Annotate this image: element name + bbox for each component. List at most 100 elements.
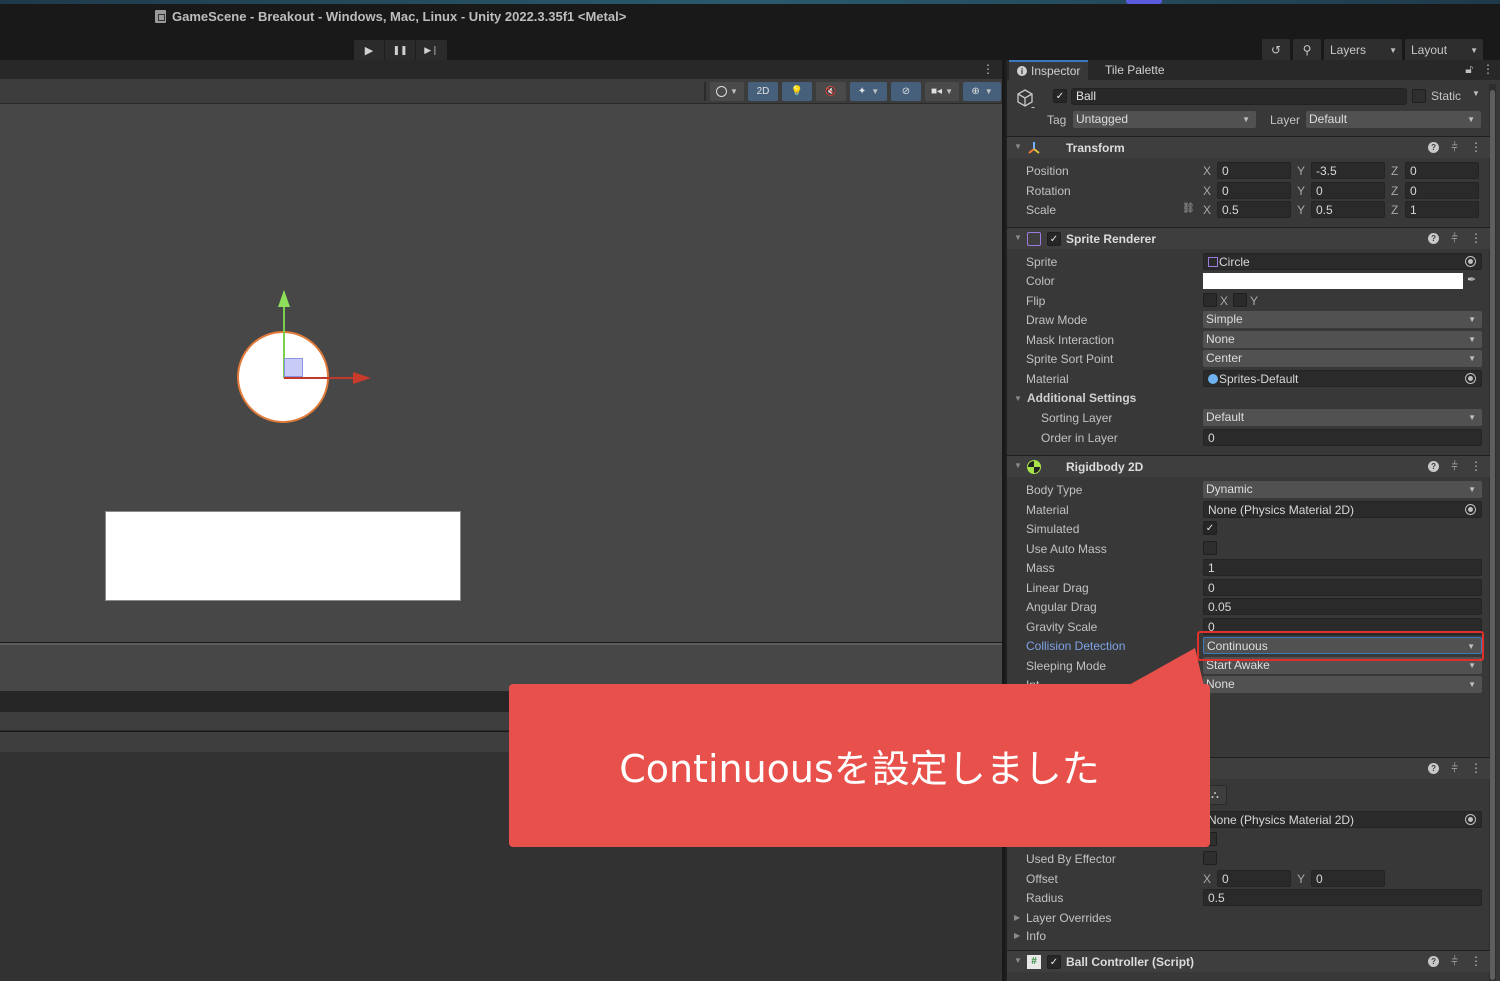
move-gizmo-x-arrow[interactable] bbox=[353, 372, 371, 384]
additional-settings-label[interactable]: Additional Settings bbox=[1027, 391, 1136, 405]
gameobject-active-checkbox[interactable]: ✓ bbox=[1053, 89, 1067, 103]
preset-icon[interactable]: ⫩ bbox=[1451, 954, 1458, 969]
help-icon[interactable]: ? bbox=[1428, 763, 1440, 774]
object-picker-icon[interactable] bbox=[1465, 504, 1476, 515]
scale-z-field[interactable]: 1 bbox=[1405, 201, 1479, 218]
play-button[interactable]: ▶ bbox=[354, 40, 385, 60]
fold-arrow-icon[interactable]: ▼ bbox=[1014, 956, 1022, 965]
order-in-layer-field[interactable]: 0 bbox=[1203, 429, 1482, 446]
help-icon[interactable]: ? bbox=[1428, 142, 1440, 153]
layer-overrides-label[interactable]: Layer Overrides bbox=[1026, 911, 1111, 925]
sprite-field[interactable]: Circle bbox=[1203, 253, 1482, 270]
static-checkbox[interactable] bbox=[1412, 89, 1426, 103]
kebab-menu-icon[interactable]: ⋮ bbox=[1470, 954, 1482, 969]
preset-icon[interactable]: ⫩ bbox=[1451, 140, 1458, 155]
material-field[interactable]: Sprites-Default bbox=[1203, 370, 1482, 387]
interpolate-dropdown[interactable]: None ▼ bbox=[1203, 676, 1482, 693]
color-swatch[interactable] bbox=[1203, 273, 1463, 289]
move-gizmo-y-arrow[interactable] bbox=[278, 290, 290, 307]
kebab-menu-icon[interactable]: ⋮ bbox=[982, 62, 994, 76]
scrollbar-thumb[interactable] bbox=[1490, 90, 1495, 980]
transform-header[interactable]: ▼ Transform ? ⫩ ⋮ bbox=[1007, 136, 1490, 158]
position-y-field[interactable]: -3.5 bbox=[1311, 162, 1385, 179]
mass-field[interactable]: 1 bbox=[1203, 559, 1482, 576]
mask-interaction-dropdown[interactable]: None ▼ bbox=[1203, 331, 1482, 348]
angular-drag-field[interactable]: 0.05 bbox=[1203, 598, 1482, 615]
constrain-link-icon[interactable]: ⛓ bbox=[1182, 203, 1195, 214]
layer-dropdown[interactable]: Default ▼ bbox=[1306, 111, 1481, 128]
move-gizmo-plane-handle[interactable] bbox=[284, 358, 303, 377]
position-z-field[interactable]: 0 bbox=[1405, 162, 1479, 179]
fold-arrow-icon[interactable]: ▼ bbox=[1014, 461, 1022, 470]
preset-icon[interactable]: ⫩ bbox=[1451, 231, 1458, 246]
kebab-menu-icon[interactable]: ⋮ bbox=[1470, 140, 1482, 155]
sprite-renderer-enabled-checkbox[interactable]: ✓ bbox=[1047, 232, 1061, 246]
flip-x-checkbox[interactable] bbox=[1203, 293, 1217, 307]
info-foldout-label[interactable]: Info bbox=[1026, 929, 1046, 943]
object-picker-icon[interactable] bbox=[1465, 373, 1476, 384]
inspector-scrollbar[interactable] bbox=[1489, 84, 1496, 981]
object-picker-icon[interactable] bbox=[1465, 256, 1476, 267]
effects-dropdown[interactable]: ✦ ▼ bbox=[850, 82, 887, 101]
fold-arrow-icon[interactable]: ▼ bbox=[1014, 142, 1022, 151]
scale-y-field[interactable]: 0.5 bbox=[1311, 201, 1385, 218]
offset-x-field[interactable]: 0 bbox=[1217, 870, 1291, 887]
eyedropper-icon[interactable]: ✒ bbox=[1467, 273, 1476, 286]
pause-button[interactable]: ❚❚ bbox=[385, 40, 416, 60]
camera-dropdown[interactable]: ■◂ ▼ bbox=[925, 82, 959, 101]
position-x-field[interactable]: 0 bbox=[1217, 162, 1291, 179]
paddle-object[interactable] bbox=[105, 511, 461, 601]
lock-icon[interactable]: 🔓︎ bbox=[1465, 62, 1473, 77]
kebab-menu-icon[interactable]: ⋮ bbox=[1482, 62, 1494, 77]
linear-drag-field[interactable]: 0 bbox=[1203, 579, 1482, 596]
help-icon[interactable]: ? bbox=[1428, 461, 1440, 472]
sprite-sort-point-dropdown[interactable]: Center ▼ bbox=[1203, 350, 1482, 367]
preset-icon[interactable]: ⫩ bbox=[1451, 459, 1458, 474]
tag-dropdown[interactable]: Untagged ▼ bbox=[1073, 111, 1256, 128]
rotation-z-field[interactable]: 0 bbox=[1405, 182, 1479, 199]
gameobject-name-field[interactable]: Ball bbox=[1071, 88, 1407, 105]
static-chevron-down-icon[interactable]: ▼ bbox=[1472, 89, 1480, 98]
fold-arrow-icon[interactable]: ▼ bbox=[1014, 233, 1022, 242]
kebab-menu-icon[interactable]: ⋮ bbox=[1470, 761, 1482, 776]
gizmos-dropdown[interactable]: ⊕ ▼ bbox=[963, 82, 1001, 101]
body-type-dropdown[interactable]: Dynamic ▼ bbox=[1203, 481, 1482, 498]
flip-y-checkbox[interactable] bbox=[1233, 293, 1247, 307]
move-gizmo-x-axis[interactable] bbox=[284, 377, 356, 379]
fold-arrow-icon[interactable]: ▼ bbox=[1014, 394, 1022, 403]
ball-controller-enabled-checkbox[interactable]: ✓ bbox=[1047, 955, 1061, 969]
search-button[interactable]: ⚲ bbox=[1293, 39, 1321, 61]
kebab-menu-icon[interactable]: ⋮ bbox=[1470, 231, 1482, 246]
simulated-checkbox[interactable]: ✓ bbox=[1203, 521, 1217, 535]
step-button[interactable]: ▶❘ bbox=[416, 40, 447, 60]
offset-y-field[interactable]: 0 bbox=[1311, 870, 1385, 887]
layers-dropdown[interactable]: Layers ▼ bbox=[1324, 39, 1402, 61]
rotation-x-field[interactable]: 0 bbox=[1217, 182, 1291, 199]
shading-mode-dropdown[interactable]: ▼ bbox=[710, 82, 744, 101]
undo-history-button[interactable]: ↺ bbox=[1262, 39, 1290, 61]
sprite-renderer-header[interactable]: ▼ ✓ Sprite Renderer ? ⫩ ⋮ bbox=[1007, 227, 1490, 249]
fold-arrow-right-icon[interactable]: ▶ bbox=[1014, 913, 1020, 922]
help-icon[interactable]: ? bbox=[1428, 233, 1440, 244]
gameobject-cube-icon[interactable] bbox=[1015, 88, 1035, 108]
collider-material-field[interactable]: None (Physics Material 2D) bbox=[1203, 811, 1482, 828]
2d-toggle[interactable]: 2D bbox=[748, 82, 778, 101]
rigidbody-2d-header[interactable]: ▼ Rigidbody 2D ? ⫩ ⋮ bbox=[1007, 455, 1490, 477]
audio-toggle[interactable]: 🔇 bbox=[816, 82, 846, 101]
scale-x-field[interactable]: 0.5 bbox=[1217, 201, 1291, 218]
radius-field[interactable]: 0.5 bbox=[1203, 889, 1482, 906]
hidden-objects-toggle[interactable]: ⊘ bbox=[891, 82, 921, 101]
tab-tile-palette[interactable]: Tile Palette bbox=[1097, 60, 1173, 80]
lighting-toggle[interactable]: 💡 bbox=[782, 82, 812, 101]
rb-material-field[interactable]: None (Physics Material 2D) bbox=[1203, 501, 1482, 518]
used-by-effector-checkbox[interactable] bbox=[1203, 851, 1217, 865]
object-picker-icon[interactable] bbox=[1465, 814, 1476, 825]
use-auto-mass-checkbox[interactable] bbox=[1203, 541, 1217, 555]
rotation-y-field[interactable]: 0 bbox=[1311, 182, 1385, 199]
sorting-layer-dropdown[interactable]: Default ▼ bbox=[1203, 409, 1482, 426]
preset-icon[interactable]: ⫩ bbox=[1451, 761, 1458, 776]
layout-dropdown[interactable]: Layout ▼ bbox=[1405, 39, 1483, 61]
tab-inspector[interactable]: i Inspector bbox=[1009, 60, 1089, 80]
fold-arrow-right-icon[interactable]: ▶ bbox=[1014, 931, 1020, 940]
ball-controller-header[interactable]: ▼ # ✓ Ball Controller (Script) ? ⫩ ⋮ bbox=[1007, 950, 1490, 972]
